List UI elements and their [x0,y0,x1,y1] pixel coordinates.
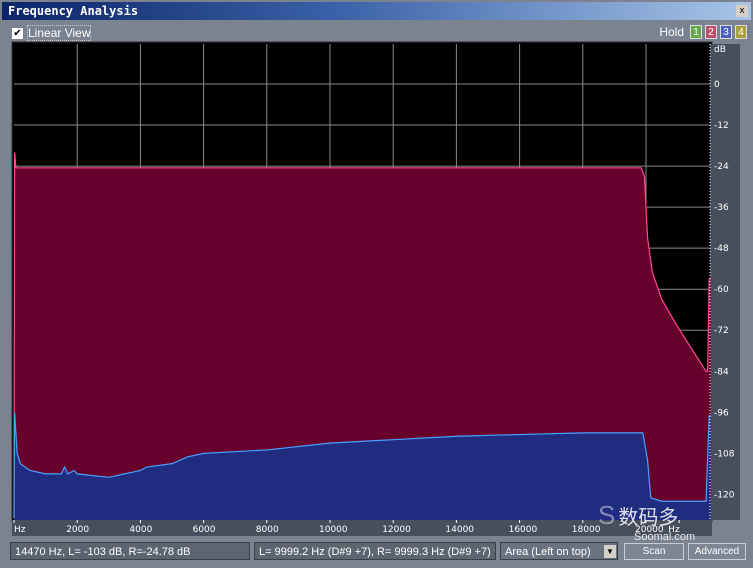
x-tick-label: 8000 [256,525,279,535]
y-tick-label: 0 [714,80,720,90]
y-tick-label: -36 [714,203,729,213]
scan-button[interactable]: Scan [624,543,684,560]
x-tick-label: 10000 [319,525,348,535]
display-mode-value: Area (Left on top) [505,546,591,558]
y-tick-label: -60 [714,285,729,295]
x-tick-label: 18000 [572,525,601,535]
db-axis-label: dB [714,45,726,55]
peak-readout: L= 9999.2 Hz (D#9 +7), R= 9999.3 Hz (D#9… [254,542,496,560]
watermark-logo: S 数码多 Soomal.com [598,500,696,543]
x-tick-label: 16000 [509,525,538,535]
x-tick-label: Hz [14,525,26,535]
y-tick-label: -120 [714,490,735,500]
y-tick-label: -72 [714,326,729,336]
x-tick-label: 2000 [66,525,89,535]
cursor-readout: 14470 Hz, L= -103 dB, R=-24.78 dB [10,542,250,560]
x-tick-label: 6000 [193,525,216,535]
frequency-plot[interactable]: dB 0 -12 -24 -36 -48 -60 -72 -84 -96 -108 -120 Hz 200… [0,0,753,540]
x-tick-label: 4000 [129,525,152,535]
advanced-button[interactable]: Advanced [688,543,746,560]
display-mode-select[interactable]: Area (Left on top) ▼ [500,542,618,560]
y-tick-label: -12 [714,121,729,131]
y-tick-label: -84 [714,367,729,377]
y-tick-label: -24 [714,162,729,172]
x-tick-label: 14000 [445,525,474,535]
x-tick-label: 12000 [382,525,411,535]
y-tick-label: -48 [714,244,729,254]
y-tick-label: -96 [714,408,729,418]
y-tick-label: -108 [714,449,735,459]
dropdown-arrow-icon: ▼ [604,545,616,558]
